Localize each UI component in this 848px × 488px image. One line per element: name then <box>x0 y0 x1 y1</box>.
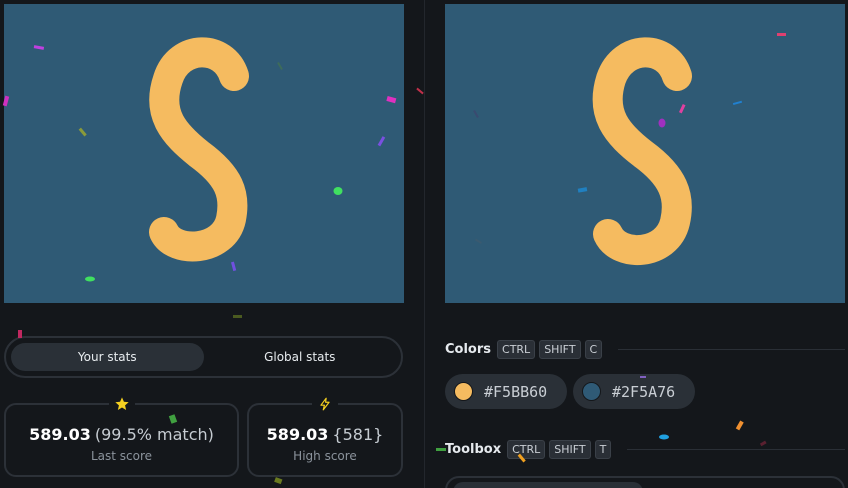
divider <box>627 449 845 450</box>
shortcut-key: SHIFT <box>539 340 581 359</box>
target-panel: Colors CTRL SHIFT C #F5BB60 #2F5A76 Tool… <box>424 0 848 488</box>
lightning-icon <box>312 393 338 415</box>
color-swatch-blue[interactable]: #2F5A76 <box>573 374 695 409</box>
color-dot <box>454 382 473 401</box>
star-icon <box>108 393 135 415</box>
shortcut-key: CTRL <box>507 440 546 459</box>
shortcut-key: CTRL <box>497 340 536 359</box>
target-letter-s <box>592 37 692 266</box>
toolbox-title: Toolbox <box>445 442 502 457</box>
tab-your-stats[interactable]: Your stats <box>11 343 204 371</box>
toolbox-section-header: Toolbox CTRL SHIFT T <box>445 440 845 459</box>
high-score-value: 589.03 <box>266 425 329 444</box>
color-dot <box>582 382 601 401</box>
divider <box>618 349 845 350</box>
high-score-label: High score <box>293 449 357 463</box>
shortcut-key: T <box>594 440 612 459</box>
shortcut-key: SHIFT <box>549 440 591 459</box>
shortcut-key: C <box>584 340 603 359</box>
color-hex: #2F5A76 <box>612 382 676 401</box>
colors-title: Colors <box>445 342 492 357</box>
toolbox-tool[interactable] <box>453 482 643 488</box>
target-canvas <box>445 4 845 303</box>
color-swatch-orange[interactable]: #F5BB60 <box>445 374 567 409</box>
last-score-match: (99.5% match) <box>94 425 214 444</box>
high-score-card: 589.03 {581} High score <box>247 393 403 477</box>
output-panel: Your stats Global stats 589.03 (99.5% mat… <box>0 0 423 488</box>
tab-global-stats[interactable]: Global stats <box>204 343 397 371</box>
output-canvas[interactable] <box>4 4 404 303</box>
last-score-card: 589.03 (99.5% match) Last score <box>4 393 239 477</box>
toolbox <box>445 476 845 488</box>
last-score-value: 589.03 <box>29 425 91 444</box>
last-score-label: Last score <box>90 449 153 463</box>
stats-tabs: Your stats Global stats <box>4 336 403 378</box>
color-hex: #F5BB60 <box>484 382 548 401</box>
colors-section-header: Colors CTRL SHIFT C <box>445 340 845 359</box>
high-score-rank: {581} <box>332 425 384 444</box>
output-letter-s <box>149 37 249 262</box>
